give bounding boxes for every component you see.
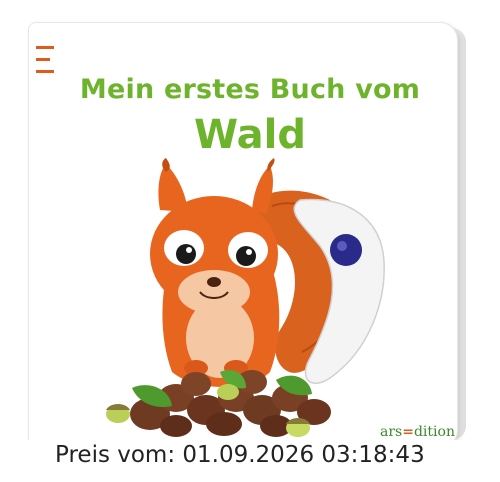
price-timestamp-label: Preis vom: 01.09.2026 03:18:43 [55,442,425,468]
publisher-logo: ars=dition [380,424,455,440]
squirrel-illustration [106,158,385,437]
